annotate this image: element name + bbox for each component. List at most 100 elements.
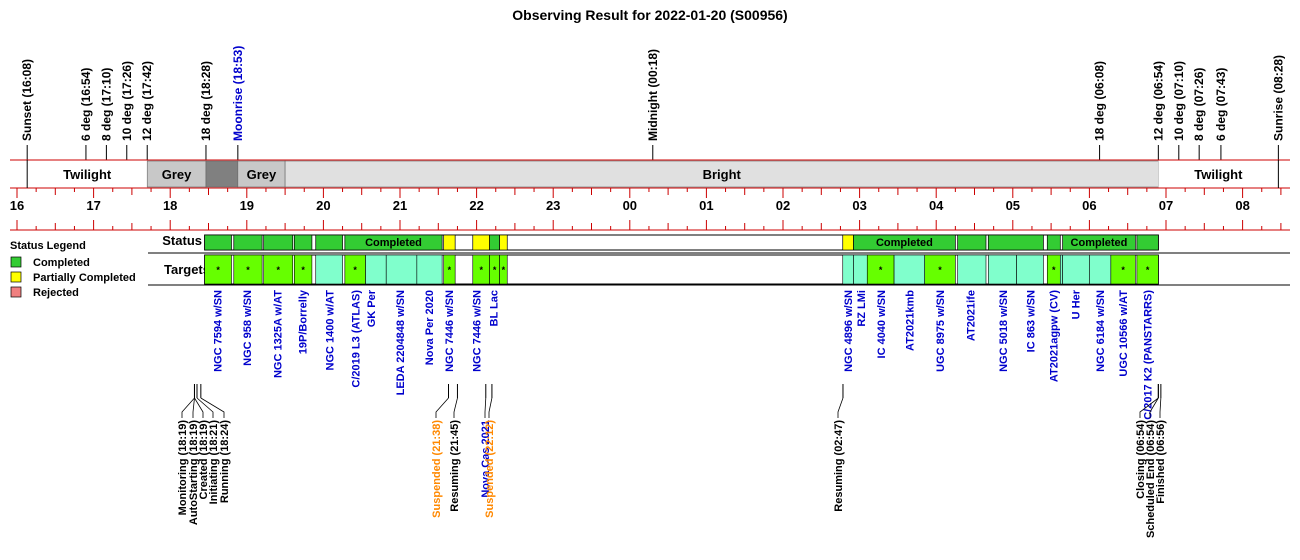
hour-tick-label: 04 <box>929 198 944 213</box>
sky-segment-label: Grey <box>247 167 277 182</box>
target-block-partial <box>853 254 868 285</box>
bottom-event-leader <box>488 397 493 418</box>
hour-tick-label: 22 <box>469 198 483 213</box>
status-block-completed <box>233 234 263 251</box>
hour-tick-label: 06 <box>1082 198 1096 213</box>
status-block-partial <box>472 234 490 251</box>
bottom-event-leader <box>196 397 214 418</box>
target-labels: NGC 7594 w/SN NGC 958 w/SN NGC 1325A w/AT 1… <box>213 289 1155 420</box>
top-event-label: 12 deg (06:54) <box>1151 61 1165 141</box>
legend-item-label: Partially Completed <box>33 272 136 284</box>
sky-segment-label: Twilight <box>63 167 112 182</box>
target-name-label: AT2021kmb <box>904 290 916 351</box>
hour-tick-label: 03 <box>852 198 866 213</box>
status-block-completed <box>315 234 343 251</box>
target-star-marker: * <box>1052 265 1056 275</box>
bottom-event-label: Running (18:24) <box>219 420 231 503</box>
hour-axis: 16 17 18 19 20 21 22 23 00 01 02 03 04 05 06 07 08 <box>10 188 1290 231</box>
target-name-label: NGC 1400 w/AT <box>325 290 337 371</box>
targets-row-label: Targets <box>164 262 210 277</box>
target-name-label: IC 4040 w/SN <box>876 290 888 359</box>
status-block-completed <box>293 234 313 251</box>
target-name-label: AT2021agpw (CV) <box>1048 290 1060 382</box>
target-block-partial <box>385 254 418 285</box>
sky-segment-dark <box>205 160 239 188</box>
target-name-label: LEDA 2204848 w/SN <box>395 290 407 395</box>
status-target-rows: Status Targets Completed Completed Completed… <box>148 233 1290 286</box>
target-name-label: Nova Per 2020 <box>424 290 436 365</box>
target-name-label: NGC 1325A w/AT <box>272 290 284 378</box>
status-block-completed <box>987 234 1044 251</box>
status-block-label: Completed <box>1071 237 1128 249</box>
target-block-partial <box>957 254 987 285</box>
bottom-event-leader <box>200 397 225 418</box>
hour-tick-label: 00 <box>623 198 637 213</box>
bottom-event-label: Suspended (22:12) <box>484 420 496 518</box>
bottom-event-leader <box>1159 397 1162 418</box>
bottom-event-leader <box>837 397 844 418</box>
hour-tick-label: 21 <box>393 198 407 213</box>
status-block-completed <box>957 234 987 251</box>
target-block-partial <box>893 254 926 285</box>
top-event-label: 12 deg (17:42) <box>140 61 154 141</box>
top-event-label: Midnight (00:18) <box>646 49 660 141</box>
status-block-completed <box>489 234 500 251</box>
legend-swatch-rejected <box>10 286 22 298</box>
target-star-marker: * <box>448 265 452 275</box>
target-star-marker: * <box>479 265 483 275</box>
legend-item-label: Rejected <box>33 287 79 299</box>
target-star-marker: * <box>216 265 220 275</box>
status-block-completed <box>263 234 294 251</box>
top-event-label: 10 deg (07:10) <box>1172 61 1186 141</box>
status-legend: Status Legend Completed Partially Complete… <box>10 240 136 299</box>
target-star-marker: * <box>1146 265 1150 275</box>
bottom-event-label: Resuming (02:47) <box>833 420 845 512</box>
target-block-partial <box>365 254 387 285</box>
top-event-label: 18 deg (18:28) <box>199 61 213 141</box>
bottom-event-leader <box>192 397 195 418</box>
target-name-label: AT2021ife <box>966 290 978 341</box>
hour-tick-label: 16 <box>10 198 24 213</box>
bottom-event-leader <box>194 397 204 418</box>
status-block-partial <box>443 234 456 251</box>
hour-tick-label: 20 <box>316 198 330 213</box>
target-block-partial <box>416 254 443 285</box>
sky-segment-label: Bright <box>703 167 742 182</box>
hour-tick-label: 05 <box>1006 198 1020 213</box>
target-star-marker: * <box>246 265 250 275</box>
target-star-marker: * <box>938 265 942 275</box>
target-block-partial <box>1089 254 1112 285</box>
hour-tick-label: 01 <box>699 198 713 213</box>
target-star-marker: * <box>1121 265 1125 275</box>
status-block-label: Completed <box>365 237 422 249</box>
hour-tick-label: 08 <box>1235 198 1249 213</box>
target-name-label: U Her <box>1071 289 1083 319</box>
hour-tick-label: 02 <box>776 198 790 213</box>
hour-tick-label: 19 <box>240 198 254 213</box>
bottom-event-label: Finished (06:56) <box>1155 420 1167 504</box>
target-name-label: BL Lac <box>488 290 500 326</box>
top-event-label: 10 deg (17:26) <box>120 61 134 141</box>
top-events: Sunset (16:08) 6 deg (16:54) 8 deg (17:10)… <box>20 46 1285 160</box>
target-name-label: C/2019 L3 (ATLAS) <box>351 290 363 388</box>
bottom-event-leader <box>484 397 487 418</box>
chart-title: Observing Result for 2022-01-20 (S00956) <box>512 7 787 23</box>
status-block-partial <box>499 234 508 251</box>
top-event-label: 18 deg (06:08) <box>1093 61 1107 141</box>
target-star-marker: * <box>353 265 357 275</box>
hour-tick-label: 17 <box>86 198 100 213</box>
legend-item-label: Completed <box>33 257 90 269</box>
target-name-label: NGC 7594 w/SN <box>213 290 225 372</box>
target-block-partial <box>842 254 854 285</box>
target-name-label: RZ LMi <box>856 290 868 327</box>
hour-tick-label: 23 <box>546 198 560 213</box>
observing-timeline-chart: Observing Result for 2022-01-20 (S00956)… <box>10 7 1290 538</box>
target-name-label: GK Per <box>366 289 378 327</box>
target-name-label: UGC 8975 w/SN <box>935 290 947 372</box>
target-name-label: NGC 7446 w/SN <box>444 290 456 372</box>
top-event-label: Moonrise (18:53) <box>231 46 245 141</box>
status-block-label: Completed <box>876 237 933 249</box>
target-block-partial <box>1059 254 1063 285</box>
status-row-label: Status <box>162 233 202 248</box>
target-block-partial <box>1016 254 1044 285</box>
